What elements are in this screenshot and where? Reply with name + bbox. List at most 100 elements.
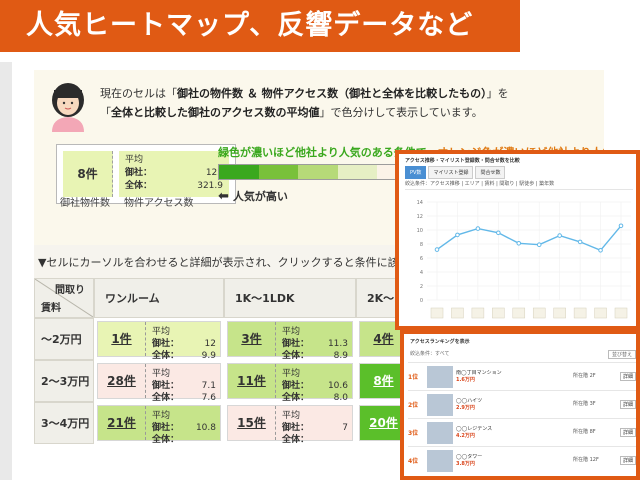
description-line-2: 「全体と比較した御社のアクセス数の平均値」で色分けして表示しています。 — [100, 106, 483, 119]
hover-instruction: ▼セルにカーソルを合わせると詳細が表示され、クリックすると条件に該当す — [38, 256, 418, 269]
heatmap-total-label: 全体： — [152, 351, 180, 361]
avatar — [52, 83, 84, 132]
chart-weather-icon — [512, 307, 526, 319]
building-thumbnail — [427, 421, 453, 444]
building-thumbnail — [427, 393, 453, 416]
heatmap-company-label: 御社： — [152, 423, 180, 433]
chart-point — [455, 232, 460, 238]
chart-ytick-label: 6 — [420, 256, 423, 262]
ranking-rank: 3位 — [408, 430, 419, 437]
building-thumbnail — [427, 365, 453, 388]
access-chart-tabs: PV数 マイリスト登録 問合せ数 — [405, 166, 506, 179]
scale-arrow-label: ⬅ 人気が高い — [218, 188, 288, 204]
ranking-price: 2.9万円 — [456, 404, 475, 411]
heatmap-company-label: 御社： — [282, 339, 310, 349]
ranking-row[interactable]: 1位 南◯丁目マンション 1.6万円 所在階 2F 詳細 — [408, 362, 636, 390]
heatmap-cell-stats: 平均 御社： 7.1 全体： 7.6 — [146, 364, 222, 408]
heatmap-cell-count[interactable]: 3件 — [228, 322, 276, 356]
scale-step-1 — [258, 165, 299, 179]
ranking-name: 南◯丁目マンション — [456, 369, 502, 376]
heatmap-total-value: 7.6 — [201, 393, 216, 403]
ranking-row[interactable]: 3位 ◯◯レジデンス 4.2万円 所在階 8F 詳細 — [408, 418, 636, 446]
chart-ytick-label: 4 — [420, 270, 423, 276]
heatmap-cell-stats: 平均 御社： 7 全体： — [276, 406, 354, 450]
chart-weather-icon — [614, 307, 628, 319]
chart-ytick-label: 10 — [417, 228, 423, 234]
tab-mylist[interactable]: マイリスト登録 — [428, 166, 474, 179]
left-rail — [0, 62, 12, 480]
legend-label-count: 御社物件数 — [60, 198, 110, 209]
chart-point — [598, 248, 603, 253]
col-axis-label: 間取り — [55, 285, 85, 296]
heatmap-company-value: 10.8 — [195, 423, 216, 433]
heatmap-cell[interactable]: 11件 平均 御社： 10.6 全体： 8.0 — [227, 363, 353, 403]
ranking-side-info: 所在階 2F — [573, 373, 596, 379]
ranking-name: ◯◯ハイツ — [456, 397, 483, 404]
heatmap-cell-stats: 平均 御社： 12 全体： 9.9 — [146, 322, 222, 366]
ranking-row[interactable]: 2位 ◯◯ハイツ 2.9万円 所在階 3F 詳細 — [408, 390, 636, 418]
ranking-detail-button[interactable]: 詳細 — [620, 456, 636, 465]
heatmap-avg-label: 平均 — [152, 327, 171, 337]
heatmap-cell-stats: 平均 御社： 11.3 全体： 8.9 — [276, 322, 354, 366]
heatmap-avg-label: 平均 — [282, 369, 301, 379]
heatmap-cell-count[interactable]: 11件 — [228, 364, 276, 398]
ranking-detail-button[interactable]: 詳細 — [620, 400, 636, 409]
ranking-rank: 4位 — [408, 458, 419, 465]
tab-pv[interactable]: PV数 — [405, 166, 427, 179]
heatmap-total-label: 全体： — [282, 351, 310, 361]
legend-avg-label: 平均 — [125, 155, 144, 165]
ranking-filter-text: 絞込条件：すべて — [410, 351, 450, 357]
heatmap-cell-count[interactable]: 15件 — [228, 406, 276, 440]
chart-point — [577, 239, 583, 245]
heatmap-cell-count[interactable]: 28件 — [98, 364, 146, 398]
heatmap-cell[interactable]: 21件 平均 御社： 10.8 全体： — [97, 405, 221, 445]
heatmap-stat-row: 御社： 11.3 — [282, 338, 348, 350]
ranking-name: ◯◯タワー — [456, 453, 483, 460]
scale-step-0 — [219, 165, 259, 179]
heatmap-stat-row: 御社： 7 — [282, 422, 348, 434]
heatmap-company-value: 10.6 — [327, 381, 348, 391]
heatmap-cell[interactable]: 15件 平均 御社： 7 全体： — [227, 405, 353, 445]
heatmap-cell[interactable]: 28件 平均 御社： 7.1 全体： 7.6 — [97, 363, 221, 403]
row-axis-label: 賃料 — [41, 303, 61, 314]
ranking-name: ◯◯レジデンス — [456, 425, 493, 432]
heatmap-total-label: 全体： — [152, 435, 180, 445]
access-chart-title: アクセス推移・マイリスト登録数・問合せ数を比較 — [405, 158, 520, 164]
heatmap-total-label: 全体： — [282, 435, 310, 445]
heatmap-company-value: 7 — [342, 423, 348, 433]
chart-ytick-label: 2 — [420, 284, 423, 290]
chart-weather-icon — [471, 307, 485, 319]
ranking-price: 4.2万円 — [456, 432, 475, 439]
heatmap-cell-stats: 平均 御社： 10.6 全体： 8.0 — [276, 364, 354, 408]
tab-inquiry[interactable]: 問合せ数 — [475, 166, 506, 179]
ranking-row[interactable]: 4位 ◯◯タワー 3.8万円 所在階 12F 詳細 — [408, 446, 636, 474]
chart-point — [475, 226, 481, 231]
ranking-detail-button[interactable]: 詳細 — [620, 372, 636, 381]
heatmap-stat-row: 御社： 10.6 — [282, 380, 348, 392]
chart-point — [618, 223, 624, 229]
chart-point — [557, 233, 562, 238]
heatmap-cell[interactable]: 3件 平均 御社： 11.3 全体： 8.9 — [227, 321, 353, 361]
popular-label: 人気が高い — [232, 190, 288, 203]
legend-label-access: 物件アクセス数 — [124, 198, 194, 209]
ranking-detail-button[interactable]: 詳細 — [620, 428, 636, 437]
page-title: 人気ヒートマップ、反響データなど — [26, 10, 474, 41]
heatmap-cell-count[interactable]: 21件 — [98, 406, 146, 440]
ranking-price: 3.8万円 — [456, 460, 475, 467]
ranking-side-info: 所在階 3F — [573, 401, 596, 407]
ranking-info: ◯◯レジデンス 4.2万円 — [456, 426, 570, 440]
ranking-sort-select[interactable]: 並び替え — [607, 350, 636, 359]
heatmap-total-value: 8.9 — [333, 351, 348, 361]
heatmap-corner: 間取り 賃料 — [34, 278, 94, 318]
chart-ytick-label: 14 — [417, 200, 423, 206]
heatmap-cell-count[interactable]: 1件 — [98, 322, 146, 356]
ranking-info: 南◯丁目マンション 1.6万円 — [456, 370, 570, 384]
heatmap-row-header: 2〜3万円 — [34, 360, 94, 402]
heatmap-company-value: 11.3 — [327, 339, 348, 349]
heatmap-col-header: ワンルーム — [94, 278, 224, 318]
heatmap-avg-label: 平均 — [152, 369, 171, 379]
heatmap-cell[interactable]: 1件 平均 御社： 12 全体： 9.9 — [97, 321, 221, 361]
chart-weather-icon — [573, 307, 587, 319]
heatmap-total-value: 8.0 — [333, 393, 348, 403]
heatmap-total-label: 全体： — [152, 393, 180, 403]
